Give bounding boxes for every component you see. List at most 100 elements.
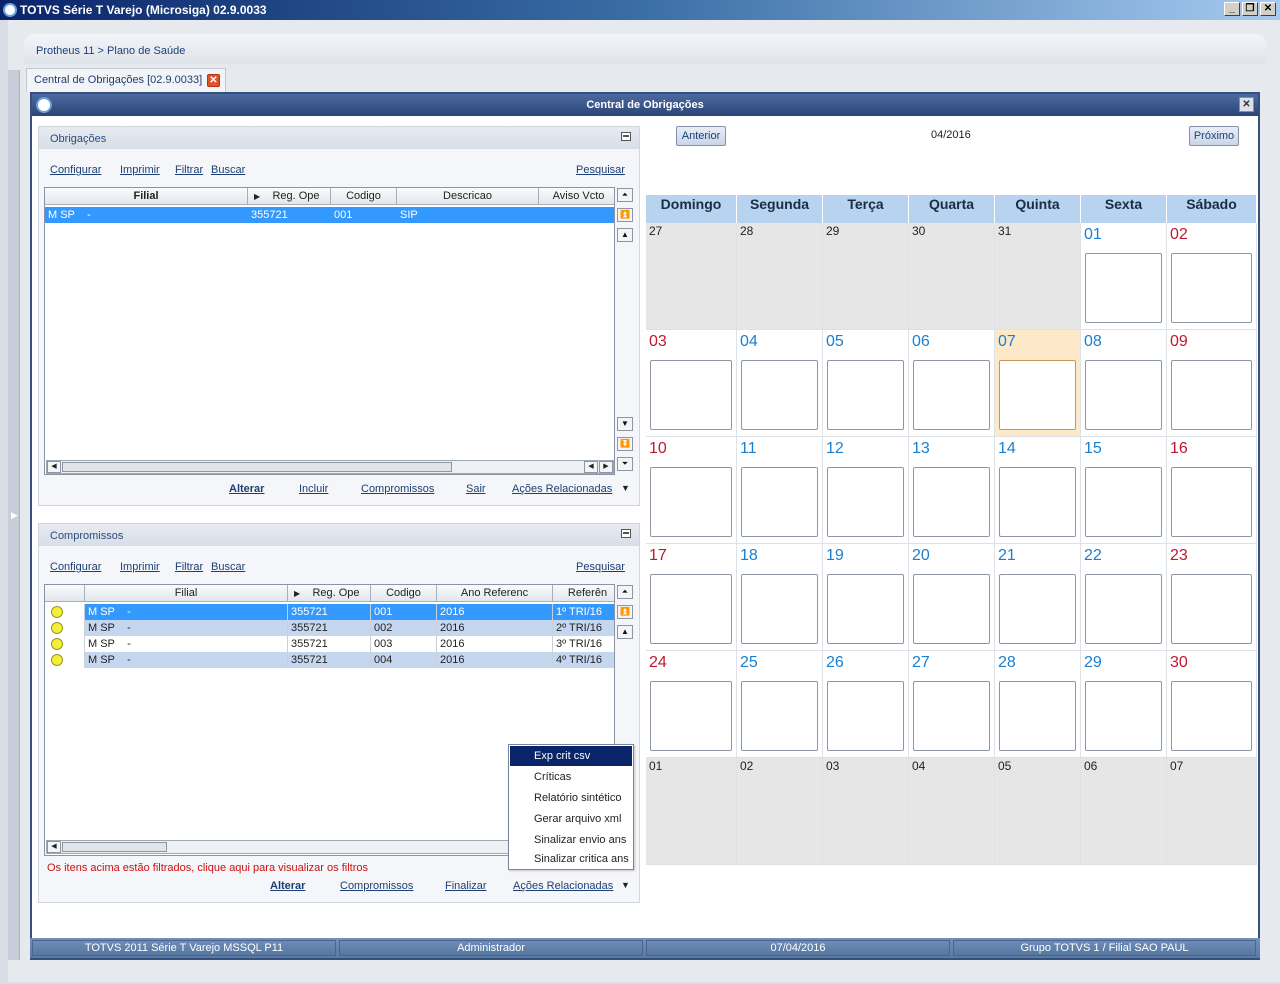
- close-tab-icon[interactable]: ✕: [207, 74, 220, 87]
- compromissos-buscar-link[interactable]: Buscar: [211, 561, 245, 573]
- calendar-day-events[interactable]: [650, 467, 732, 537]
- obrigacoes-filtrar-link[interactable]: Filtrar: [175, 164, 203, 176]
- menu-item-criticas[interactable]: Críticas: [510, 767, 632, 787]
- calendar-day[interactable]: 28: [995, 651, 1081, 758]
- table-row[interactable]: M SP - 355721 004 2016 4º TRI/16: [45, 652, 614, 668]
- side-collapse-strip[interactable]: ▶: [8, 70, 20, 960]
- calendar-day-events[interactable]: [1085, 467, 1162, 537]
- table-row[interactable]: M SP - 355721 001 SIP: [45, 207, 614, 223]
- calendar-day[interactable]: 04: [737, 330, 823, 437]
- calendar-day-events[interactable]: [1171, 360, 1252, 430]
- calendar-day[interactable]: 08: [1081, 330, 1167, 437]
- calendar-day[interactable]: 12: [823, 437, 909, 544]
- calendar-day[interactable]: 29: [823, 223, 909, 330]
- breadcrumb[interactable]: Protheus 11 > Plano de Saúde: [36, 45, 185, 57]
- calendar-day[interactable]: 19: [823, 544, 909, 651]
- calendar-day-events[interactable]: [999, 467, 1076, 537]
- col-codigo[interactable]: Codigo: [331, 188, 397, 205]
- calendar-day[interactable]: 07: [1167, 758, 1257, 865]
- calendar-day-events[interactable]: [827, 360, 904, 430]
- compromissos-configurar-link[interactable]: Configurar: [50, 561, 101, 573]
- calendar-day[interactable]: 02: [737, 758, 823, 865]
- calendar-day-events[interactable]: [650, 681, 732, 751]
- move-up-fast-icon[interactable]: ⏫: [617, 208, 633, 222]
- calendar-day-events[interactable]: [827, 681, 904, 751]
- calendar-day-events[interactable]: [741, 360, 818, 430]
- calendar-day-events[interactable]: [650, 360, 732, 430]
- obrigacoes-pesquisar-link[interactable]: Pesquisar: [576, 164, 625, 176]
- close-dialog-button[interactable]: ✕: [1239, 97, 1254, 112]
- calendar-day[interactable]: 23: [1167, 544, 1257, 651]
- calendar-day[interactable]: 04: [909, 758, 995, 865]
- calendar-day[interactable]: 20: [909, 544, 995, 651]
- move-bottom-icon[interactable]: ⏷: [617, 457, 633, 471]
- collapse-compromissos-icon[interactable]: [621, 529, 631, 538]
- calendar-day[interactable]: 06: [909, 330, 995, 437]
- menu-item-sinalizar-envio[interactable]: Sinalizar envio ans: [510, 830, 632, 850]
- move-down-icon[interactable]: ▼: [617, 417, 633, 431]
- compromissos-alterar-button[interactable]: Alterar: [270, 880, 305, 892]
- chevron-down-icon[interactable]: ▼: [621, 483, 630, 493]
- calendar-day[interactable]: 02: [1167, 223, 1257, 330]
- calendar-day-events[interactable]: [741, 467, 818, 537]
- col-codigo[interactable]: Codigo: [371, 585, 437, 602]
- close-window-button[interactable]: ✕: [1260, 2, 1276, 16]
- compromissos-compromissos-button[interactable]: Compromissos: [340, 880, 413, 892]
- calendar-day[interactable]: 27: [909, 651, 995, 758]
- move-up-icon[interactable]: ▲: [617, 625, 633, 639]
- calendar-day[interactable]: 05: [995, 758, 1081, 865]
- col-filial[interactable]: Filial: [45, 188, 248, 205]
- obrigacoes-hscroll-thumb[interactable]: [62, 462, 452, 472]
- calendar-day[interactable]: 01: [646, 758, 737, 865]
- calendar-day[interactable]: 30: [909, 223, 995, 330]
- next-month-button[interactable]: Próximo: [1189, 126, 1239, 146]
- calendar-day[interactable]: 25: [737, 651, 823, 758]
- scroll-right-icon[interactable]: ▶: [599, 461, 613, 473]
- menu-item-exp-crit-csv[interactable]: Exp crit csv: [510, 746, 632, 766]
- calendar-day[interactable]: 14: [995, 437, 1081, 544]
- calendar-day-events[interactable]: [1085, 360, 1162, 430]
- menu-item-gerar-xml[interactable]: Gerar arquivo xml: [510, 809, 632, 829]
- calendar-day[interactable]: 11: [737, 437, 823, 544]
- calendar-day-events[interactable]: [827, 467, 904, 537]
- calendar-day-events[interactable]: [741, 681, 818, 751]
- menu-item-sinalizar-critica[interactable]: Sinalizar critica ans: [510, 849, 632, 869]
- calendar-day-events[interactable]: [913, 681, 990, 751]
- obrigacoes-configurar-link[interactable]: Configurar: [50, 164, 101, 176]
- calendar-day[interactable]: 13: [909, 437, 995, 544]
- col-ano-referenc[interactable]: Ano Referenc: [437, 585, 553, 602]
- calendar-day-events[interactable]: [1085, 681, 1162, 751]
- col-referencia[interactable]: Referên: [553, 585, 614, 602]
- obrigacoes-acoes-button[interactable]: Ações Relacionadas: [512, 483, 612, 495]
- calendar-day-events[interactable]: [1171, 467, 1252, 537]
- obrigacoes-imprimir-link[interactable]: Imprimir: [120, 164, 160, 176]
- calendar-day[interactable]: 03: [646, 330, 737, 437]
- compromissos-acoes-button[interactable]: Ações Relacionadas: [513, 880, 613, 892]
- calendar-day[interactable]: 31: [995, 223, 1081, 330]
- move-top-icon[interactable]: ⏶: [617, 188, 633, 202]
- table-row[interactable]: M SP - 355721 002 2016 2º TRI/16: [45, 620, 614, 636]
- obrigacoes-sair-button[interactable]: Sair: [466, 483, 486, 495]
- calendar-day[interactable]: 28: [737, 223, 823, 330]
- calendar-day[interactable]: 05: [823, 330, 909, 437]
- obrigacoes-alterar-button[interactable]: Alterar: [229, 483, 264, 495]
- calendar-day[interactable]: 22: [1081, 544, 1167, 651]
- calendar-day-events[interactable]: [1171, 574, 1252, 644]
- compromissos-pesquisar-link[interactable]: Pesquisar: [576, 561, 625, 573]
- calendar-day-events[interactable]: [913, 574, 990, 644]
- table-row[interactable]: M SP - 355721 003 2016 3º TRI/16: [45, 636, 614, 652]
- col-filial[interactable]: Filial: [85, 585, 288, 602]
- move-up-fast-icon[interactable]: ⏫: [617, 605, 633, 619]
- obrigacoes-hscrollbar[interactable]: ◀ ◀ ▶: [46, 460, 614, 474]
- calendar-day-events[interactable]: [741, 574, 818, 644]
- calendar-day[interactable]: 26: [823, 651, 909, 758]
- minimize-button[interactable]: _: [1224, 2, 1240, 16]
- compromissos-hscroll-thumb[interactable]: [62, 842, 167, 852]
- col-aviso-vcto[interactable]: Aviso Vcto: [539, 188, 614, 205]
- move-down-fast-icon[interactable]: ⏬: [617, 437, 633, 451]
- col-reg-ope[interactable]: ▶ Reg. Ope: [248, 188, 331, 205]
- calendar-day[interactable]: 24: [646, 651, 737, 758]
- calendar-day-events[interactable]: [913, 360, 990, 430]
- collapse-obrigacoes-icon[interactable]: [621, 132, 631, 141]
- calendar-day[interactable]: 07: [995, 330, 1081, 437]
